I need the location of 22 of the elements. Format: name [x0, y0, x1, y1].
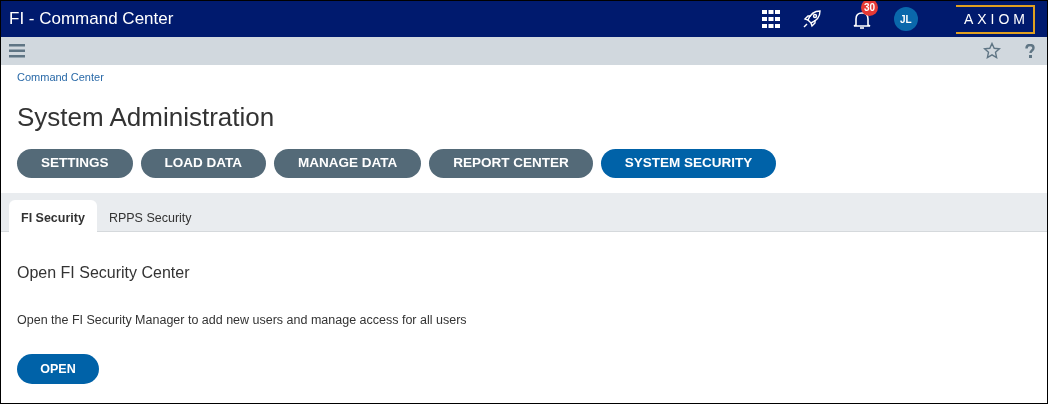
nav-button[interactable]: LOAD DATA [140, 148, 266, 178]
breadcrumb-link[interactable]: Command Center [17, 69, 1031, 86]
menu-icon[interactable] [9, 44, 25, 58]
apps-grid-icon[interactable] [761, 10, 780, 28]
window-title: FI - Command Center [9, 8, 174, 31]
logo: AXIOM [955, 4, 1035, 34]
help-icon[interactable] [1025, 44, 1035, 58]
nav-button[interactable]: MANAGE DATA [274, 148, 422, 178]
nav-button[interactable]: SYSTEM SECURITY [600, 148, 777, 178]
nav-button[interactable]: REPORT CENTER [429, 148, 593, 178]
tab[interactable]: RPPS Security [96, 199, 204, 231]
nav-button[interactable]: SETTINGS [17, 148, 133, 178]
notification-count: 30 [860, 1, 878, 16]
rocket-icon[interactable] [801, 9, 822, 29]
section-description: Open the FI Security Manager to add new users and manage access for all users [17, 311, 468, 329]
star-icon[interactable] [983, 42, 1001, 60]
tab[interactable]: FI Security [9, 199, 97, 232]
page-title: System Administration [17, 100, 276, 134]
section-heading: Open FI Security Center [17, 262, 191, 283]
notification-bell-icon[interactable] [851, 9, 872, 30]
open-button[interactable]: OPEN [17, 354, 99, 385]
user-avatar[interactable]: JL [893, 7, 918, 31]
